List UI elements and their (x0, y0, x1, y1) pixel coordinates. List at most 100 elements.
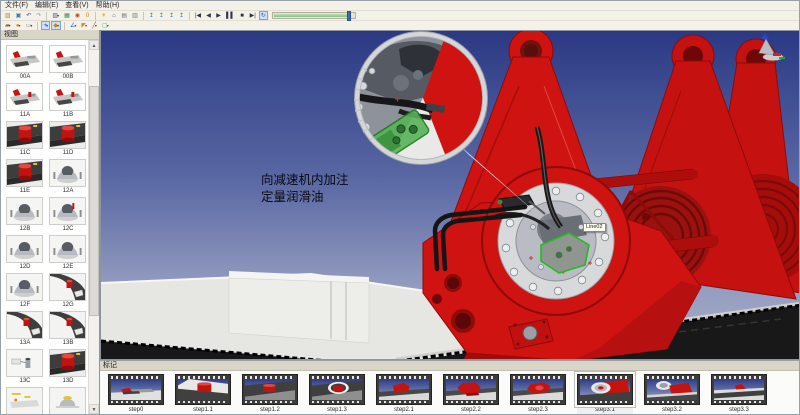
render-image-button[interactable]: ▦ (62, 11, 72, 20)
pause-button[interactable]: ▌▌ (224, 11, 237, 20)
chevron-down-icon[interactable]: ▾ (85, 23, 87, 28)
view-thumbnail-00B[interactable]: 00B (49, 45, 87, 81)
timeline-handle[interactable] (347, 11, 351, 21)
loop-button[interactable]: ↻ (259, 11, 268, 20)
publish-4-button[interactable]: ↥ (177, 11, 186, 20)
open-button[interactable]: ▨ (3, 11, 13, 20)
markup-flag-button[interactable]: ◤▾ (79, 21, 89, 30)
redo-button[interactable]: ↷ (34, 11, 43, 20)
view-thumbnail-13A[interactable]: 13A (6, 311, 44, 347)
view-thumbnail-11B[interactable]: 11B (49, 83, 87, 119)
instruction-annotation: 向减速机内加注 定量润滑油 (261, 172, 349, 206)
pencil-tool-button[interactable]: ▰▾ (3, 21, 13, 30)
chevron-down-icon[interactable]: ▾ (95, 23, 97, 28)
grid-button[interactable]: ▤ (119, 11, 129, 20)
chevron-down-icon[interactable]: ▾ (57, 23, 59, 28)
clipboard-button[interactable]: ▢▾ (100, 21, 111, 30)
step-thumbnail-step3.1[interactable]: step3.1 (577, 374, 633, 414)
paint-button[interactable]: ◆▾ (51, 21, 61, 30)
undo-button[interactable]: ↶ (24, 11, 33, 20)
step-image (379, 379, 429, 400)
view-thumbnail-12G[interactable]: 12G (49, 273, 87, 309)
translate-button[interactable]: +▾ (41, 21, 50, 30)
timeline-slider[interactable] (272, 12, 356, 19)
chevron-down-icon[interactable]: ▾ (9, 23, 11, 28)
steps-row: step0 step1.1 step1.2 step1.3 step2.1 step2.2… (100, 371, 799, 414)
eraser-button[interactable]: ▭▾ (24, 21, 35, 30)
scrollbar-track[interactable] (89, 50, 99, 404)
view-thumbnail-11E[interactable]: 11E (6, 159, 44, 195)
menu-item-2[interactable]: 查看(V) (65, 1, 88, 10)
timeline-fill (274, 14, 348, 17)
layers-button[interactable]: ▥ (130, 11, 140, 20)
step-thumbnail-step2.2[interactable]: step2.2 (443, 374, 499, 414)
chevron-down-icon[interactable]: ▾ (57, 13, 59, 18)
chevron-down-icon[interactable]: ▾ (74, 23, 76, 28)
step-thumbnail-step1.3[interactable]: step1.3 (309, 374, 365, 414)
draw-line-button[interactable]: ╱▾ (90, 21, 99, 30)
view-thumbnail-13C[interactable]: 13C (6, 349, 44, 385)
view-thumbnail-12F[interactable]: 12F (6, 273, 44, 309)
play-button[interactable]: ▶ (214, 11, 223, 20)
step-thumbnail-step3.3[interactable]: step3.3 (711, 374, 767, 414)
scroll-down-icon[interactable]: ▼ (89, 404, 99, 414)
measure-button[interactable]: ∠▾ (68, 21, 78, 30)
view-thumbnail-12B[interactable]: 12B (6, 197, 44, 233)
view-thumbnail-13B[interactable]: 13B (49, 311, 87, 347)
publish-3-button[interactable]: ↥ (167, 11, 176, 20)
chevron-down-icon[interactable]: ▾ (18, 23, 20, 28)
view-thumbnail-11C[interactable]: 11C (6, 121, 44, 157)
view-thumbnail-image (49, 83, 86, 111)
view-thumbnail-image (6, 83, 43, 111)
chevron-down-icon[interactable]: ▾ (107, 23, 109, 28)
step-thumbnail-step3.2[interactable]: step3.2 (644, 374, 700, 414)
view-thumbnail-00A[interactable]: 00A (6, 45, 44, 81)
go-last-button[interactable]: ▶| (248, 11, 258, 20)
step-thumbnail-step2.1[interactable]: step2.1 (376, 374, 432, 414)
go-first-button[interactable]: |◀ (193, 11, 203, 20)
view-thumbnail-label: 12B (6, 225, 44, 233)
step-thumbnail-step0[interactable]: step0 (108, 374, 164, 414)
chevron-down-icon[interactable]: ▾ (46, 23, 48, 28)
toolbar-separator (64, 22, 65, 30)
view-thumbnail-12D[interactable]: 12D (6, 235, 44, 271)
view-thumbnail-11D[interactable]: 11D (49, 121, 87, 157)
view-thumbnail-12C[interactable]: 12C (49, 197, 87, 233)
stop-button[interactable]: ■ (238, 11, 247, 20)
update-view-button[interactable]: ☀ (99, 11, 108, 20)
step-thumbnail-step2.3[interactable]: step2.3 (510, 374, 566, 414)
home-view-button[interactable]: ⌂ (109, 11, 118, 20)
viewport-3d[interactable]: 向减速机内加注 定量润滑油 Line02 (100, 30, 799, 360)
view-thumbnail-12E[interactable]: 12E (49, 235, 87, 271)
view-thumbnail-13D[interactable]: 13D (49, 349, 87, 385)
step-thumbnail-step1.1[interactable]: step1.1 (175, 374, 231, 414)
part-label[interactable]: Line02 (583, 223, 606, 232)
view-thumbnail-12A[interactable]: 12A (49, 159, 87, 195)
import-button[interactable]: ▣ (14, 11, 24, 20)
publish-1-button[interactable]: ↥ (147, 11, 156, 20)
chevron-down-icon[interactable]: ▾ (30, 23, 32, 28)
view-mode-button[interactable]: ▧▾ (50, 11, 61, 20)
menu-item-1[interactable]: 编辑(E) (35, 1, 58, 10)
step-label: step1.2 (242, 406, 298, 414)
sidebar-scrollbar[interactable]: ▲ ▼ (88, 40, 99, 414)
menu-item-0[interactable]: 文件(F) (5, 1, 28, 10)
scrollbar-thumb[interactable] (89, 86, 99, 316)
view-thumbnail-partial-18[interactable] (6, 387, 44, 414)
menu-item-3[interactable]: 帮助(H) (96, 1, 120, 10)
camera-button[interactable]: ◉ (73, 11, 82, 20)
publish-2-button[interactable]: ↥ (157, 11, 166, 20)
step-back-button[interactable]: ◀ (204, 11, 213, 20)
view-thumbnail-label: 13B (49, 339, 87, 347)
toolbar-main: ▨▣↶↷▧▾▦◉0☀⌂▤▥↥↥↥↥|◀◀▶▌▌■▶|↻ (1, 10, 799, 20)
view-thumbnail-partial-19[interactable] (49, 387, 87, 414)
scroll-up-icon[interactable]: ▲ (89, 40, 99, 50)
view-thumbnail-label: 11B (49, 111, 87, 119)
view-thumbnail-11A[interactable]: 11A (6, 83, 44, 119)
view-thumbnail-image (6, 235, 43, 263)
step-thumbnail-step1.2[interactable]: step1.2 (242, 374, 298, 414)
view-thumbnail-label: 12G (49, 301, 87, 309)
render-mode-button[interactable]: ●▾ (14, 21, 23, 30)
filmstrip-frame (510, 374, 566, 405)
info-button[interactable]: 0 (83, 11, 92, 20)
